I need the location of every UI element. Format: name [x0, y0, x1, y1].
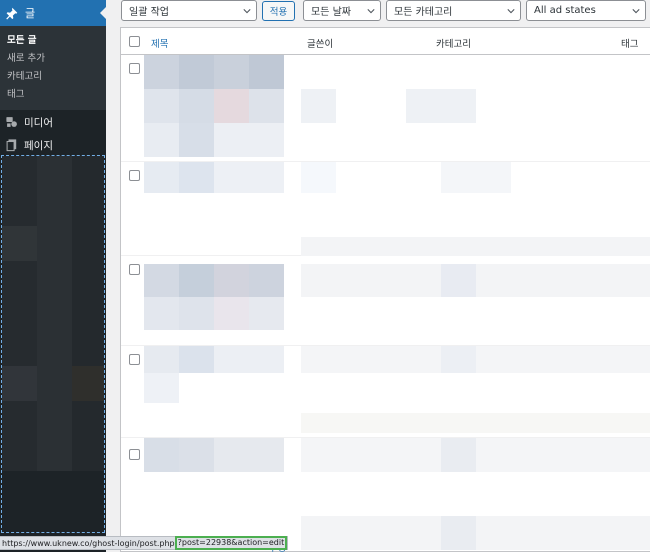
blurred-title [179, 162, 214, 193]
table-row[interactable] [121, 55, 650, 162]
blurred-title [144, 55, 179, 89]
blurred-title [144, 264, 179, 297]
category-filter-value: 모든 카테고리 [394, 7, 453, 18]
blurred-author [301, 89, 336, 123]
blurred-author [301, 162, 336, 193]
blurred-sidebar-content [2, 156, 104, 471]
blurred-title [249, 264, 284, 297]
submenu-add-new[interactable]: 새로 추가 [0, 50, 106, 68]
bulk-action-select[interactable]: 일괄 작업 [121, 0, 257, 21]
menu-pages-label: 페이지 [24, 139, 53, 152]
blurred-row-content [301, 413, 650, 433]
browser-status-bar: https://www.uknew.co/ghost-login/post.ph… [0, 536, 289, 550]
pushpin-icon [6, 7, 18, 20]
status-url-prefix: https://www.uknew.co/ghost-login/post.ph… [2, 538, 175, 548]
table-header: 제목 글쓴이 카테고리 태그 [121, 28, 650, 55]
blurred-title [179, 123, 214, 157]
blurred-title [179, 346, 214, 373]
blurred-title [249, 55, 284, 89]
ad-states-value: All ad states [534, 5, 596, 16]
table-row[interactable] [121, 256, 650, 346]
blurred-title [249, 297, 284, 330]
blurred-title [144, 373, 179, 403]
ad-states-filter-select[interactable]: All ad states [526, 0, 646, 21]
date-filter-select[interactable]: 모든 날짜 [303, 0, 381, 21]
row-checkbox[interactable] [129, 449, 140, 460]
menu-media-label: 미디어 [24, 116, 53, 129]
date-filter-value: 모든 날짜 [311, 7, 351, 18]
blurred-title [214, 123, 284, 157]
blurred-title [144, 346, 179, 373]
submenu-categories[interactable]: 카테고리 [0, 68, 106, 86]
blurred-title [214, 55, 249, 89]
table-row[interactable] [121, 346, 650, 438]
menu-posts-label: 글 [25, 7, 36, 20]
row-checkbox[interactable] [129, 63, 140, 74]
blurred-title [144, 297, 179, 330]
blurred-title [179, 89, 214, 123]
blurred-title [214, 264, 249, 297]
blurred-category [441, 516, 476, 550]
status-url-highlight: ?post=22938&action=edit [174, 536, 288, 550]
media-icon [6, 117, 17, 127]
bulk-action-value: 일괄 작업 [129, 7, 169, 18]
current-menu-arrow-icon [100, 7, 106, 19]
blurred-title [144, 123, 179, 157]
blurred-title [214, 346, 284, 373]
table-row[interactable] [121, 162, 650, 256]
chevron-down-icon [367, 9, 375, 14]
apply-button[interactable]: 적용 [262, 1, 295, 21]
column-author-header: 글쓴이 [307, 39, 334, 50]
posts-table: 제목 글쓴이 카테고리 태그 [120, 27, 650, 552]
blurred-title [144, 438, 179, 472]
blurred-title [249, 89, 284, 123]
blurred-category [441, 264, 476, 297]
blurred-category [441, 162, 511, 193]
blurred-title [144, 162, 179, 193]
menu-posts[interactable]: 글 [0, 0, 106, 26]
pages-icon [6, 139, 17, 152]
blurred-title [144, 89, 179, 123]
blurred-category [441, 438, 476, 472]
admin-sidebar: 글 모든 글 새로 추가 카테고리 태그 미디어 페이지 [0, 0, 106, 552]
category-filter-select[interactable]: 모든 카테고리 [386, 0, 521, 21]
blurred-title [214, 162, 284, 193]
row-checkbox[interactable] [129, 170, 140, 181]
select-all-checkbox[interactable] [129, 36, 140, 47]
row-checkbox[interactable] [129, 354, 140, 365]
blurred-row-content [301, 237, 650, 256]
blurred-title [214, 89, 249, 123]
blurred-title [179, 264, 214, 297]
blurred-title [179, 55, 214, 89]
submenu-all-posts[interactable]: 모든 글 [0, 32, 106, 50]
blurred-category [441, 346, 476, 373]
row-checkbox[interactable] [129, 264, 140, 275]
menu-pages[interactable]: 페이지 [0, 133, 106, 157]
chevron-down-icon [632, 9, 640, 14]
blurred-category [406, 89, 476, 123]
column-tags-header: 태그 [621, 39, 639, 50]
blurred-title [214, 438, 284, 472]
blurred-title [214, 297, 249, 330]
submenu-tags[interactable]: 태그 [0, 86, 106, 104]
column-title-header[interactable]: 제목 [151, 36, 168, 50]
chevron-down-icon [507, 9, 515, 14]
table-row[interactable] [121, 438, 650, 552]
column-categories-header: 카테고리 [436, 39, 471, 50]
menu-media[interactable]: 미디어 [0, 110, 106, 134]
dashed-selection-area [1, 155, 105, 533]
blurred-title [179, 438, 214, 472]
blurred-title [179, 297, 214, 330]
chevron-down-icon [243, 9, 251, 14]
posts-submenu: 모든 글 새로 추가 카테고리 태그 [0, 26, 106, 110]
